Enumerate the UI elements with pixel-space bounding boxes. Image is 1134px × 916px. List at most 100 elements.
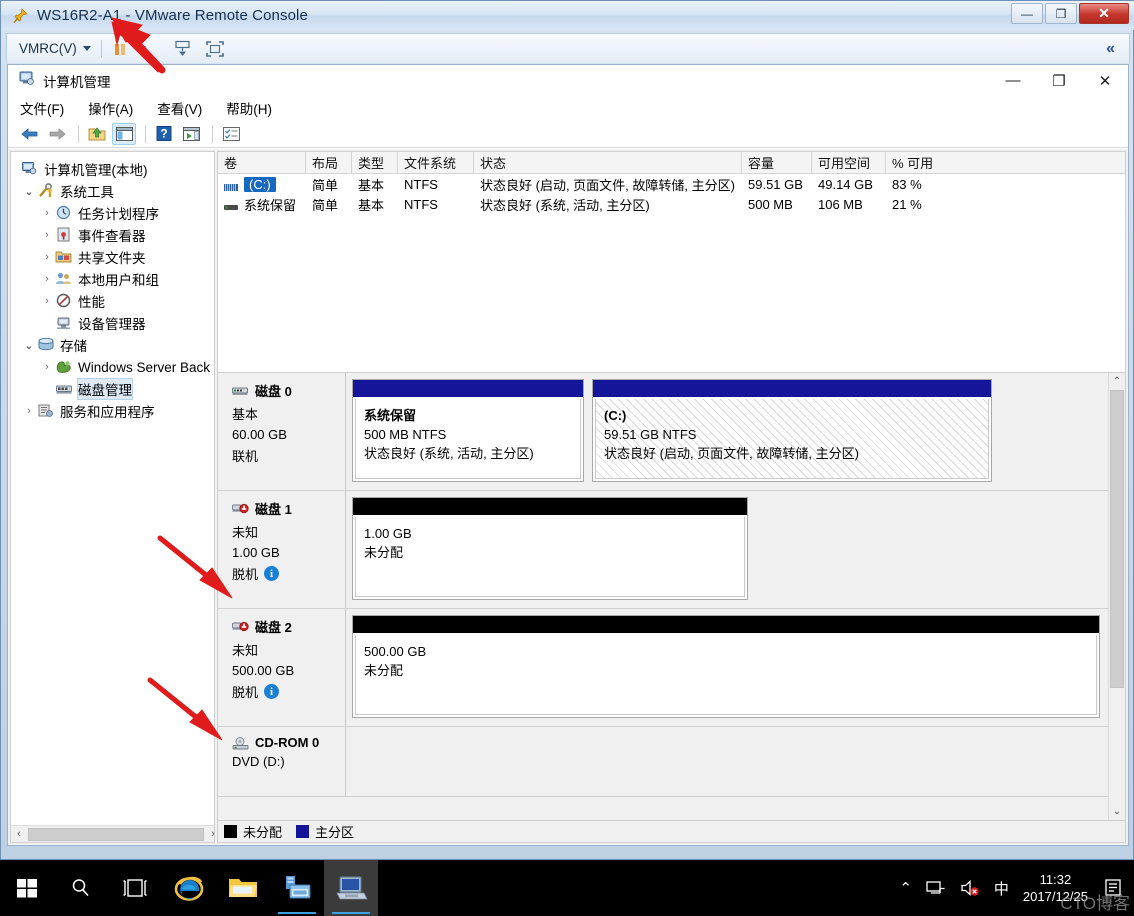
server-manager-button[interactable] — [270, 860, 324, 916]
tree-item-5[interactable]: › 性能 — [15, 290, 214, 312]
tree-item-4[interactable]: › 本地用户和组 — [15, 268, 214, 290]
send-keys-icon[interactable] — [172, 39, 194, 59]
disk-label-panel[interactable]: 磁盘 0 基本 60.00 GB 联机 — [218, 373, 346, 490]
collapse-toolbar-button[interactable]: « — [1106, 40, 1115, 58]
help-icon[interactable]: ? — [152, 123, 176, 145]
disk-row[interactable]: 磁盘 1 未知 1.00 GB 脱机 i 1.00 GB 未分配 — [218, 491, 1108, 609]
tree-item-0[interactable]: ⌄ 系统工具 — [15, 180, 214, 202]
chevron-right-icon[interactable]: › — [39, 361, 55, 373]
show-hidden-icons-button[interactable]: ⌃ — [899, 879, 912, 897]
table-row[interactable]: 系统保留 简单 基本 NTFS 状态良好 (系统, 活动, 主分区) 500 MB 106 … — [218, 194, 1125, 214]
disk-row[interactable]: CD-ROM 0 DVD (D:) — [218, 727, 1108, 797]
chevron-down-icon[interactable]: ⌄ — [21, 185, 37, 198]
menu-action[interactable]: 操作(A) — [88, 98, 133, 118]
up-folder-icon[interactable] — [85, 123, 109, 145]
scroll-right-icon[interactable]: › — [205, 828, 214, 840]
cell-filesystem: NTFS — [404, 176, 438, 192]
info-icon[interactable]: i — [264, 566, 280, 581]
chevron-right-icon[interactable]: › — [39, 229, 55, 241]
chevron-right-icon[interactable]: › — [21, 405, 37, 417]
table-row[interactable]: (C:) 简单 基本 NTFS 状态良好 (启动, 页面文件, 故障转储, 主分区) 59… — [218, 174, 1125, 194]
disk-title: 磁盘 0 — [232, 381, 345, 400]
partition-block[interactable]: 系统保留 500 MB NTFS 状态良好 (系统, 活动, 主分区) — [352, 379, 584, 482]
vmrc-maximize-button[interactable]: ❐ — [1045, 3, 1077, 24]
menu-view[interactable]: 查看(V) — [157, 98, 202, 118]
start-button[interactable] — [0, 860, 54, 916]
tree-root-computer-management[interactable]: 计算机管理(本地) — [15, 158, 214, 180]
chevron-right-icon[interactable]: › — [39, 251, 55, 263]
scroll-left-icon[interactable]: ‹ — [11, 828, 27, 840]
disk-label-panel[interactable]: CD-ROM 0 DVD (D:) — [218, 727, 346, 796]
tree-item-9[interactable]: 磁盘管理 — [15, 378, 214, 400]
chevron-down-icon[interactable]: ⌄ — [21, 339, 37, 352]
scroll-thumb[interactable] — [28, 827, 204, 841]
tree-horizontal-scrollbar[interactable]: ‹ › — [11, 825, 214, 842]
tree-item-6[interactable]: 设备管理器 — [15, 312, 214, 334]
cell-volume: (C:) — [218, 176, 306, 192]
chevron-down-icon[interactable] — [82, 46, 91, 51]
tree-item-7[interactable]: ⌄ 存储 — [15, 334, 214, 356]
scroll-up-icon[interactable]: ⌃ — [1109, 373, 1126, 390]
tree-item-10[interactable]: › 服务和应用程序 — [15, 400, 214, 422]
col-type[interactable]: 类型 — [352, 152, 398, 173]
power-bars-icon[interactable] — [112, 40, 132, 58]
chevron-right-icon[interactable]: › — [39, 207, 55, 219]
fullscreen-icon[interactable] — [204, 39, 226, 59]
tree-item-3[interactable]: › 共享文件夹 — [15, 246, 214, 268]
disk-partitions — [346, 727, 1108, 796]
cm-restore-button[interactable]: ❐ — [1036, 65, 1082, 96]
tree-item-8[interactable]: › Windows Server Back — [15, 356, 214, 378]
properties-icon[interactable] — [219, 123, 243, 145]
scroll-thumb[interactable] — [1109, 390, 1124, 688]
menu-file[interactable]: 文件(F) — [20, 98, 64, 118]
cell-status: 状态良好 (系统, 活动, 主分区) — [480, 197, 650, 213]
file-explorer-button[interactable] — [216, 860, 270, 916]
chevron-right-icon[interactable]: › — [39, 295, 55, 307]
col-percent-free[interactable]: % 可用 — [886, 152, 996, 173]
partition-color-bar — [593, 380, 991, 397]
partition-block[interactable]: (C:) 59.51 GB NTFS 状态良好 (启动, 页面文件, 故障转储, 主… — [592, 379, 992, 482]
ime-indicator[interactable]: 中 — [994, 878, 1009, 899]
col-status[interactable]: 状态 — [474, 152, 742, 173]
scroll-track[interactable] — [1109, 390, 1126, 803]
network-icon[interactable] — [926, 880, 946, 897]
computer-management-button[interactable] — [324, 860, 378, 916]
internet-explorer-button[interactable] — [162, 860, 216, 916]
power-chevron-down-icon[interactable] — [137, 46, 146, 51]
cm-close-button[interactable]: ✕ — [1082, 65, 1128, 96]
col-capacity[interactable]: 容量 — [742, 152, 812, 173]
chevron-right-icon[interactable]: › — [39, 273, 55, 285]
search-button[interactable] — [54, 860, 108, 916]
vmrc-close-button[interactable]: ✕ — [1079, 3, 1129, 24]
cm-toolbar: ? — [8, 120, 1128, 148]
menu-help[interactable]: 帮助(H) — [226, 98, 272, 118]
disk-state: 脱机 — [232, 685, 259, 700]
col-volume[interactable]: 卷 — [218, 152, 306, 173]
partition-block[interactable]: 1.00 GB 未分配 — [352, 497, 748, 600]
scroll-down-icon[interactable]: ⌄ — [1109, 803, 1126, 820]
cm-titlebar: 计算机管理 — ❐ ✕ — [8, 65, 1128, 96]
info-icon[interactable]: i — [264, 684, 280, 699]
cm-minimize-button[interactable]: — — [990, 65, 1036, 96]
volume-muted-icon[interactable] — [960, 879, 980, 897]
vmrc-minimize-button[interactable]: — — [1011, 3, 1043, 24]
cell-status: 状态良好 (启动, 页面文件, 故障转储, 主分区) — [480, 177, 735, 193]
task-view-button[interactable] — [108, 860, 162, 916]
vmrc-menu-button[interactable]: VMRC(V) — [19, 41, 77, 56]
show-hide-console-tree-icon[interactable] — [112, 122, 136, 145]
col-free-space[interactable]: 可用空间 — [812, 152, 886, 173]
partition-block[interactable]: 500.00 GB 未分配 — [352, 615, 1100, 718]
disk-row[interactable]: 磁盘 2 未知 500.00 GB 脱机 i 500.00 GB 未分配 — [218, 609, 1108, 727]
tree-item-2[interactable]: › 事件查看器 — [15, 224, 214, 246]
internet-explorer-icon — [174, 876, 204, 901]
col-layout[interactable]: 布局 — [306, 152, 352, 173]
col-filesystem[interactable]: 文件系统 — [398, 152, 474, 173]
tree-item-1[interactable]: › 任务计划程序 — [15, 202, 214, 224]
disk-label-panel[interactable]: 磁盘 1 未知 1.00 GB 脱机 i — [218, 491, 346, 608]
disk-row[interactable]: 磁盘 0 基本 60.00 GB 联机 系统保留 500 MB NTFS 状态良好 (系统,… — [218, 373, 1108, 491]
back-arrow-icon[interactable] — [18, 123, 42, 145]
disk-label-panel[interactable]: 磁盘 2 未知 500.00 GB 脱机 i — [218, 609, 346, 726]
disk-view-vertical-scrollbar[interactable]: ⌃ ⌄ — [1108, 373, 1125, 820]
forward-arrow-icon[interactable] — [45, 123, 69, 145]
show-action-pane-icon[interactable] — [179, 123, 203, 145]
